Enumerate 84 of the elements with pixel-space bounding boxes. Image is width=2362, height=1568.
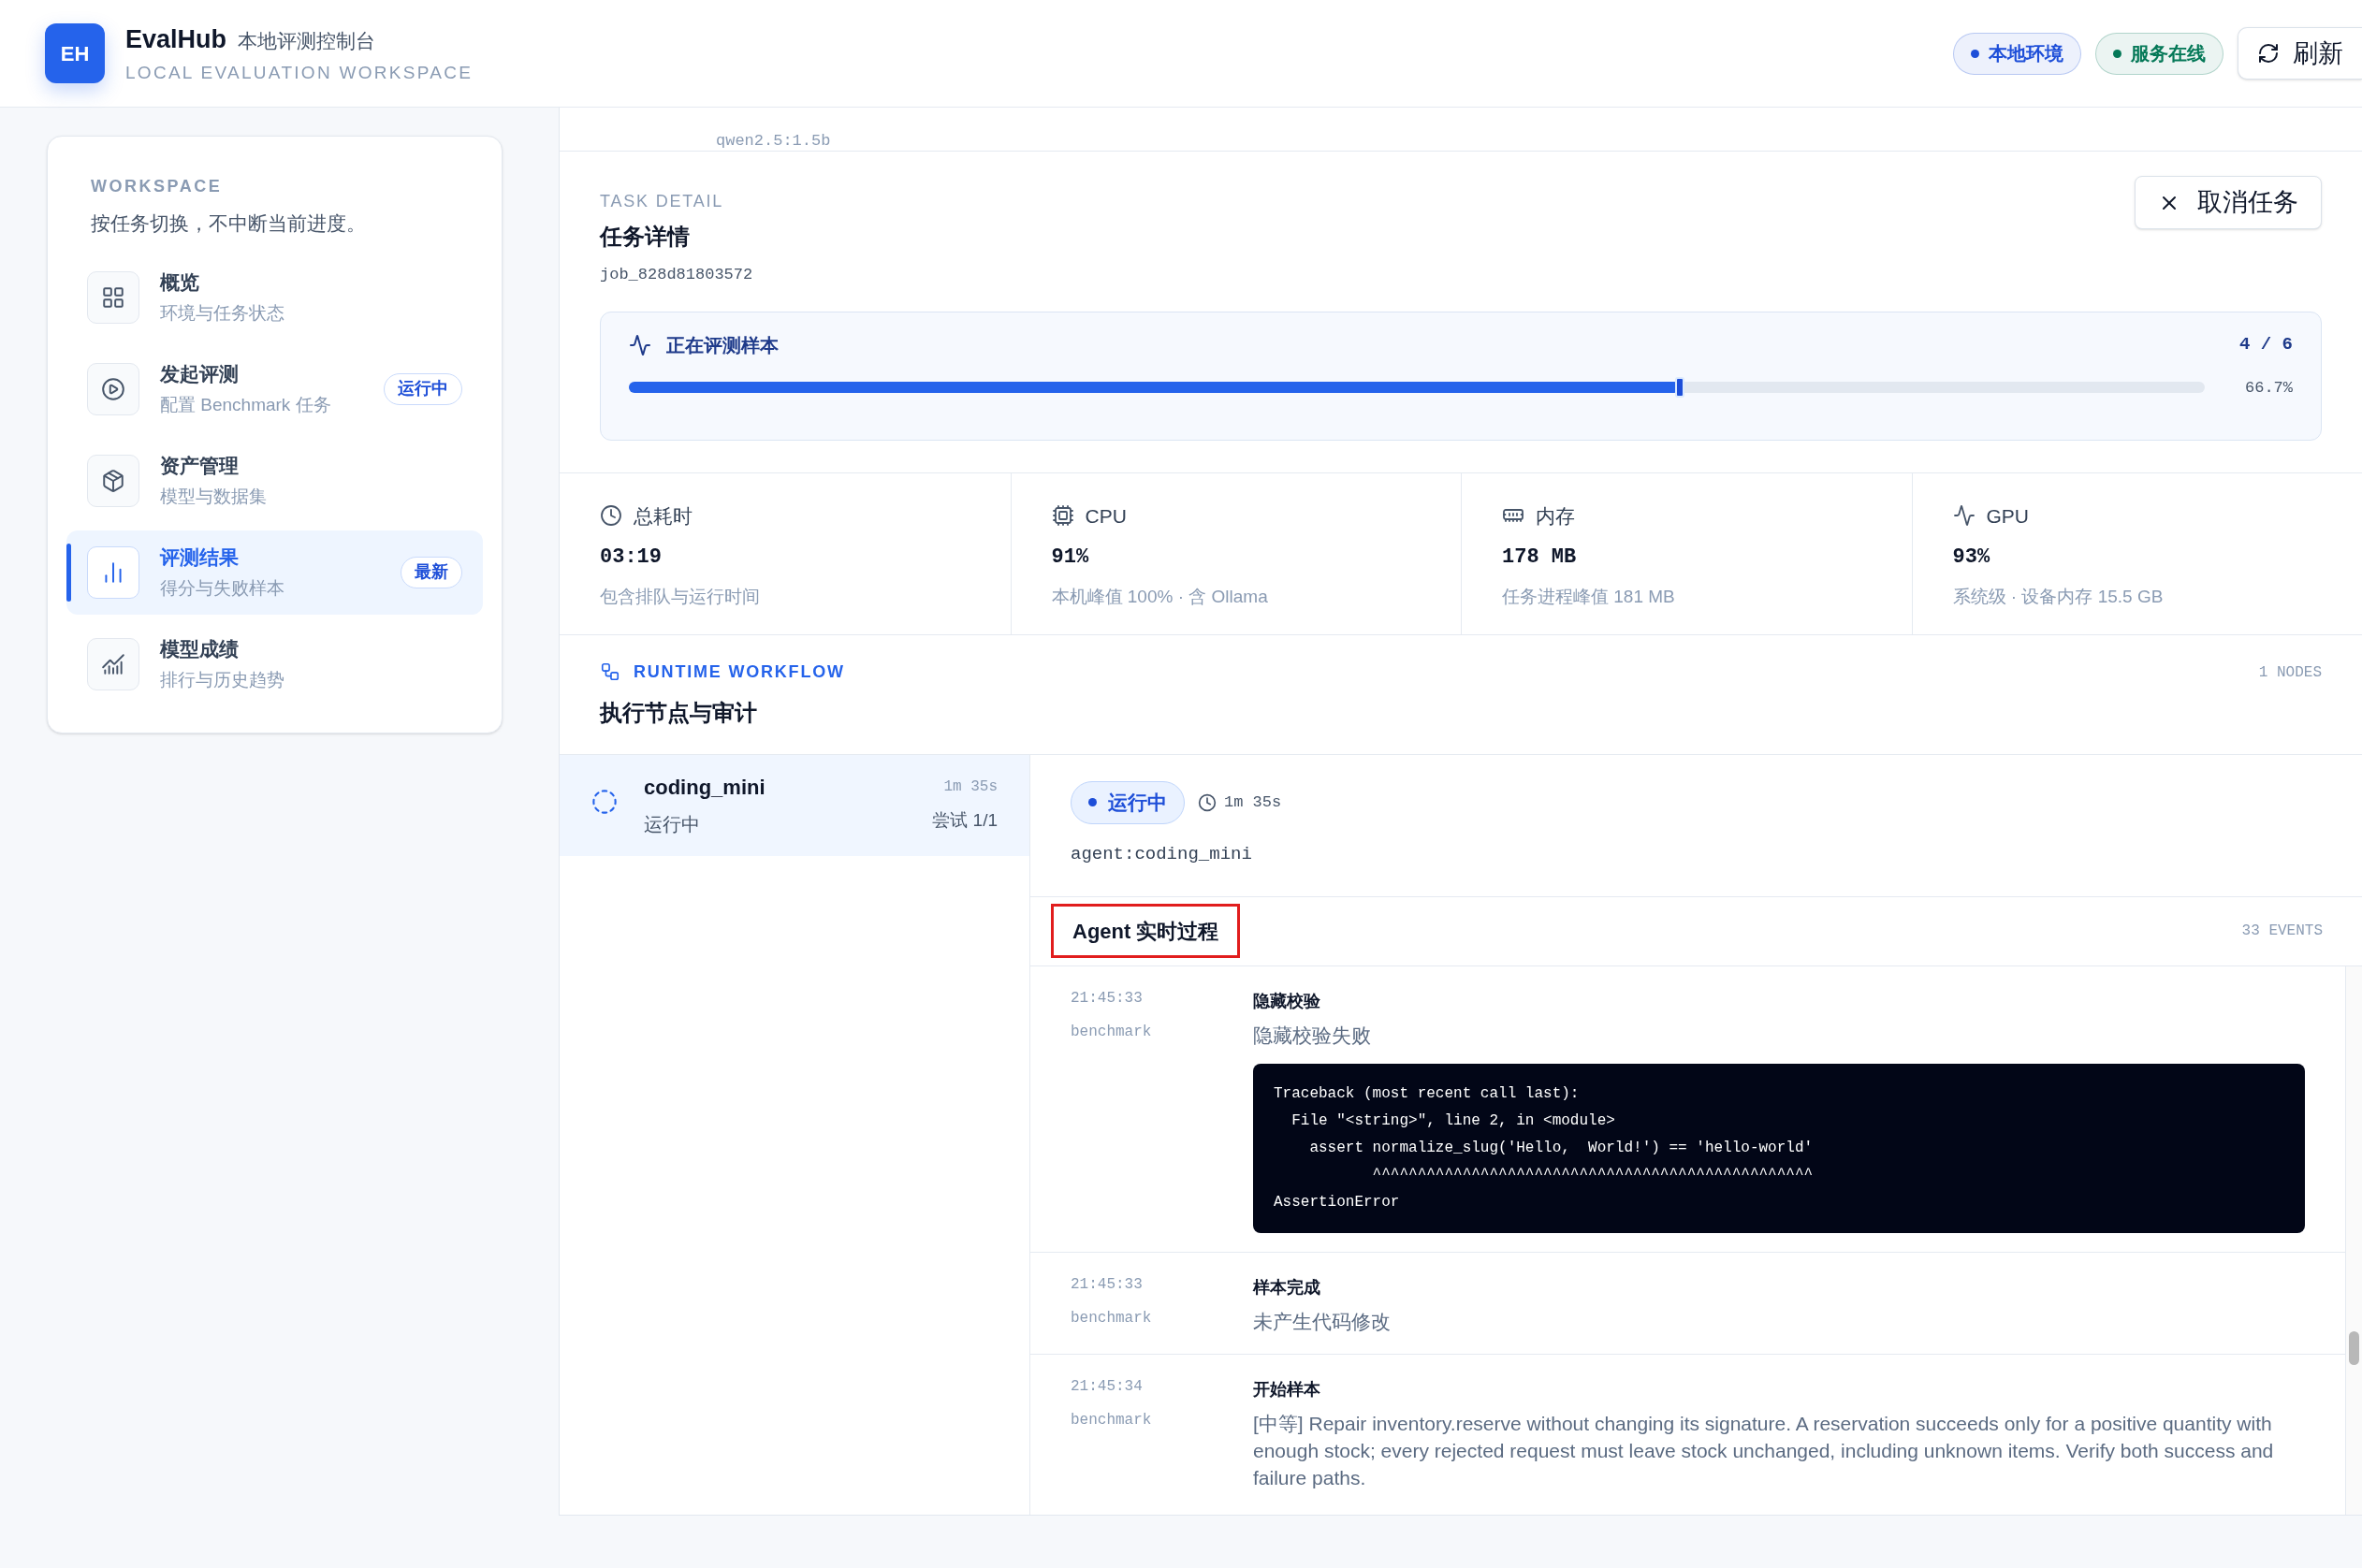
events-title: Agent 实时过程 xyxy=(1051,904,1241,958)
event-title: 隐藏校验 xyxy=(1253,990,1321,1012)
node-name: coding_mini xyxy=(644,775,765,801)
sidebar-item-subtitle: 排行与历史趋势 xyxy=(160,669,284,691)
metric-note: 包含排队与运行时间 xyxy=(600,586,761,608)
section-eyebrow: TASK DETAIL xyxy=(600,191,725,212)
scrollbar-thumb[interactable] xyxy=(2349,1330,2359,1365)
cancel-button[interactable]: 取消任务 xyxy=(2135,176,2322,229)
metric-value: 178 MB xyxy=(1502,544,1578,571)
event-source: benchmark xyxy=(1071,1022,1153,1042)
scrollbar[interactable] xyxy=(2345,965,2362,1515)
status-badge: 运行中 xyxy=(1071,780,1185,824)
event-source: benchmark xyxy=(1071,1410,1153,1430)
clock-icon xyxy=(600,504,622,528)
status-badge: 本地环境 xyxy=(1953,32,2081,75)
sidebar-description: 按任务切换，不中断当前进度。 xyxy=(90,211,367,236)
event-source: benchmark xyxy=(1071,1308,1153,1328)
section-title: 执行节点与审计 xyxy=(600,698,758,727)
active-indicator xyxy=(66,543,71,602)
node-status: 运行中 xyxy=(644,813,701,836)
metric-label: GPU xyxy=(1986,503,2029,529)
sidebar-item-title: 模型成绩 xyxy=(160,636,240,661)
sidebar-item-subtitle: 配置 Benchmark 任务 xyxy=(160,394,331,416)
app-title: EvalHub xyxy=(125,23,227,55)
model-name: qwen2.5:1.5b xyxy=(716,130,831,152)
sidebar-heading: WORKSPACE xyxy=(90,176,224,197)
metric-label: CPU xyxy=(1085,503,1127,529)
event-title: 开始样本 xyxy=(1253,1378,1321,1401)
clock-icon xyxy=(1198,792,1217,812)
workflow-node[interactable]: coding_mini 运行中 1m 35s 尝试 1/1 xyxy=(560,754,1029,856)
metric-note: 系统级 · 设备内存 15.5 GB xyxy=(1952,586,2165,608)
pulse-icon xyxy=(629,333,651,356)
progress-thumb xyxy=(1675,377,1685,399)
section-title: 任务详情 xyxy=(600,223,691,251)
sidebar-item-subtitle: 得分与失败样本 xyxy=(160,577,284,600)
app-subtitle: 本地评测控制台 xyxy=(238,28,376,53)
run-duration: 1m 35s xyxy=(1224,791,1282,813)
agent-name: agent:coding_mini xyxy=(1071,842,1253,866)
sidebar-item-title: 评测结果 xyxy=(160,544,240,570)
item-badge: 最新 xyxy=(401,556,462,588)
progress-count: 4 / 6 xyxy=(2239,333,2293,357)
workflow-icon xyxy=(600,661,620,682)
chart-icon xyxy=(101,651,125,676)
metric-note: 本机峰值 100% · 含 Ollama xyxy=(1051,586,1269,608)
sidebar-item-title: 资产管理 xyxy=(160,453,240,478)
grid-icon xyxy=(101,284,125,310)
sidebar-item-subtitle: 模型与数据集 xyxy=(160,486,267,508)
pulse-icon xyxy=(1952,504,1976,528)
event-message: [中等] Repair inventory.reserve without changing its signature. A reservation succeeds only for a positive quantity with enough stock; every rejected request must leave stock unchanged, including unknown items. Verify both success and failure paths. xyxy=(1253,1411,2275,1490)
metric-value: 03:19 xyxy=(600,544,663,571)
event-title: 样本完成 xyxy=(1253,1276,1321,1299)
progress-percent: 66.7% xyxy=(2244,377,2293,399)
sidebar-item-title: 发起评测 xyxy=(160,361,240,386)
node-duration: 1m 35s xyxy=(943,777,998,798)
sidebar-item-subtitle: 环境与任务状态 xyxy=(160,302,284,325)
status-badge: 服务在线 xyxy=(2095,32,2223,75)
refresh-icon xyxy=(2257,42,2280,65)
metric-label: 内存 xyxy=(1536,503,1575,529)
event-time: 21:45:33 xyxy=(1071,1274,1144,1295)
app-tagline: LOCAL EVALUATION WORKSPACE xyxy=(125,62,474,84)
metric-note: 任务进程峰值 181 MB xyxy=(1502,586,1676,608)
job-id: job_828d81803572 xyxy=(600,265,753,285)
sidebar-item-title: 概览 xyxy=(160,269,200,295)
play-icon xyxy=(101,376,125,401)
progress-label: 正在评测样本 xyxy=(666,333,779,357)
events-count: 33 EVENTS xyxy=(2241,922,2323,941)
event-time: 21:45:33 xyxy=(1071,988,1144,1009)
node-count: 1 NODES xyxy=(2258,662,2322,683)
event-message: 隐藏校验失败 xyxy=(1253,1023,1372,1048)
loading-icon xyxy=(591,788,618,815)
event-time: 21:45:34 xyxy=(1071,1376,1144,1397)
box-icon xyxy=(101,468,125,493)
metric-value: 93% xyxy=(1952,544,1991,571)
section-eyebrow: RUNTIME WORKFLOW xyxy=(634,661,845,683)
chip-icon xyxy=(1051,504,1074,528)
metric-value: 91% xyxy=(1051,544,1090,571)
item-badge: 运行中 xyxy=(384,372,462,405)
node-attempt: 尝试 1/1 xyxy=(932,809,998,833)
refresh-button[interactable]: 刷新 xyxy=(2238,27,2362,80)
code-block: Traceback (most recent call last): File "<string>", line 2, in <module> assert normalize_slug('Hello, World!') == 'hello-world' ^^^^^^^^^^^^^^^^^^^^^^^^^^^^^^^^^^^^^^^^^^^^^^^^^ AssertionError xyxy=(1253,1063,2305,1233)
sidebar-item[interactable]: 评测结果 得分与失败样本 最新 xyxy=(66,530,483,615)
logo: EH xyxy=(45,23,105,83)
metric-label: 总耗时 xyxy=(634,503,693,529)
event-message: 未产生代码修改 xyxy=(1253,1309,1392,1334)
